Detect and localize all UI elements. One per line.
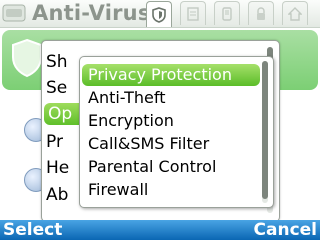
submenu-item-firewall[interactable]: Firewall xyxy=(88,179,148,201)
options-submenu: Privacy Protection Anti-Theft Encryption… xyxy=(79,56,274,208)
tab-bar xyxy=(146,1,320,27)
tab-protection[interactable] xyxy=(146,1,172,27)
tab-security[interactable] xyxy=(248,1,274,25)
anti-virus-app-icon xyxy=(2,3,26,23)
options-menu-item-6[interactable]: Ab xyxy=(46,184,68,206)
submenu-item-call-sms-filter[interactable]: Call&SMS Filter xyxy=(88,133,209,155)
options-menu-item-5[interactable]: He xyxy=(46,157,69,179)
submenu-item-encryption[interactable]: Encryption xyxy=(88,110,174,132)
tab-home[interactable] xyxy=(282,1,308,25)
document-icon xyxy=(187,6,199,21)
lock-icon xyxy=(257,6,265,20)
submenu-scrollbar[interactable] xyxy=(262,61,268,203)
submenu-item-privacy-protection[interactable]: Privacy Protection xyxy=(82,64,260,86)
title-bar: Anti-Virus xyxy=(0,0,320,28)
softkey-bar: Select Cancel xyxy=(0,220,320,240)
options-menu-item-1[interactable]: Sh xyxy=(46,51,68,73)
shield-icon xyxy=(152,6,166,23)
phone-screen: Anti-Virus Sh Se Op Pr He Ab Privacy Pro… xyxy=(0,0,320,240)
tab-calls[interactable] xyxy=(214,1,240,25)
app-title: Anti-Virus xyxy=(32,1,151,25)
options-menu-item-4[interactable]: Pr xyxy=(46,131,63,153)
cancel-softkey[interactable]: Cancel xyxy=(254,220,317,240)
submenu-item-parental-control[interactable]: Parental Control xyxy=(88,156,216,178)
phone-icon xyxy=(222,6,232,21)
tab-files[interactable] xyxy=(180,1,206,25)
select-softkey[interactable]: Select xyxy=(3,220,62,240)
submenu-scroll-thumb[interactable] xyxy=(262,61,268,199)
shield-icon xyxy=(12,38,42,78)
options-menu-item-2[interactable]: Se xyxy=(46,77,67,99)
home-icon xyxy=(288,6,302,21)
submenu-item-anti-theft[interactable]: Anti-Theft xyxy=(88,87,166,109)
